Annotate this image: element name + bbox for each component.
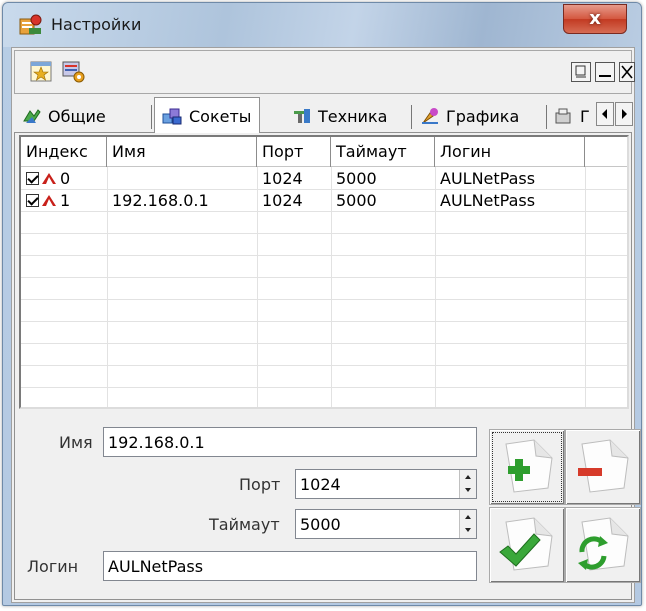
settings-icon[interactable] <box>61 60 87 84</box>
timeout-field[interactable] <box>295 509 477 539</box>
login-field[interactable] <box>103 551 477 581</box>
tab-sockets[interactable]: Сокеты <box>154 97 261 134</box>
tab-label: Техника <box>318 106 388 126</box>
table-cell-login[interactable]: AULNetPass <box>435 190 585 212</box>
table-cell-timeout[interactable]: 5000 <box>331 168 435 190</box>
tab-scroll-right[interactable] <box>615 102 633 126</box>
grid-line <box>21 233 627 234</box>
client-area: Общие Сокеты Техника Графика Г Индекс Им… <box>11 47 641 603</box>
tab-general[interactable]: Общие <box>16 100 114 132</box>
tab-separator <box>411 105 412 129</box>
grid-line <box>585 167 586 407</box>
tab-machinery[interactable]: Техника <box>286 100 395 132</box>
tab-graphics[interactable]: Графика <box>414 100 527 132</box>
refresh-button[interactable] <box>565 507 641 583</box>
port-label: Порт <box>239 475 281 494</box>
tab-label: Г <box>580 106 590 126</box>
close-icon[interactable] <box>619 62 635 82</box>
port-field[interactable] <box>295 469 477 499</box>
socket-icon <box>42 195 56 206</box>
tab-label: Общие <box>48 106 106 126</box>
chevron-up-icon[interactable] <box>460 470 476 484</box>
general-icon <box>23 109 41 123</box>
delete-button[interactable] <box>565 429 641 505</box>
arrow-left-icon <box>602 109 607 119</box>
chevron-down-icon[interactable] <box>460 484 476 498</box>
toolbar <box>14 50 635 94</box>
grid-line <box>21 277 627 278</box>
more-icon <box>555 108 571 124</box>
column-header-index[interactable]: Индекс <box>21 137 107 167</box>
delete-icon <box>578 439 629 493</box>
grid-line <box>21 321 627 322</box>
chevron-down-icon[interactable] <box>460 524 476 538</box>
row-checkbox[interactable] <box>26 194 39 207</box>
app-icon <box>19 14 42 35</box>
name-label: Имя <box>59 433 93 452</box>
table-cell-login[interactable]: AULNetPass <box>435 168 585 190</box>
grid-header: Индекс Имя Порт Таймаут Логин <box>21 137 627 167</box>
minimize-icon[interactable] <box>595 62 615 82</box>
grid-line <box>21 365 627 366</box>
column-header-login[interactable]: Логин <box>435 137 585 167</box>
name-field[interactable] <box>103 427 477 457</box>
timeout-label: Таймаут <box>209 515 280 534</box>
column-header-port[interactable]: Порт <box>257 137 331 167</box>
sockets-grid[interactable]: Индекс Имя Порт Таймаут Логин 0 1024 500… <box>19 135 629 409</box>
column-header-name[interactable]: Имя <box>107 137 257 167</box>
apply-button[interactable] <box>489 507 565 583</box>
add-button[interactable] <box>489 429 565 505</box>
settings-window: Настройки x Общие Сокеты Техника Графика… <box>2 2 642 606</box>
table-cell-name[interactable]: 192.168.0.1 <box>107 190 257 212</box>
tab-label: Сокеты <box>189 106 252 126</box>
sockets-panel: Индекс Имя Порт Таймаут Логин 0 1024 500… <box>14 133 641 600</box>
tab-more[interactable]: Г <box>548 100 590 132</box>
table-cell-name[interactable] <box>107 168 257 190</box>
graphics-icon <box>422 108 438 124</box>
grid-line <box>21 387 627 388</box>
checkmark-icon <box>499 517 553 571</box>
tab-separator <box>151 105 152 129</box>
tab-label: Графика <box>446 106 520 126</box>
title-bar[interactable]: Настройки x <box>3 3 641 47</box>
socket-icon <box>42 173 56 184</box>
table-cell-port[interactable]: 1024 <box>257 190 331 212</box>
machinery-icon <box>294 109 310 123</box>
timeout-stepper[interactable] <box>459 510 476 538</box>
tab-strip: Общие Сокеты Техника Графика Г <box>14 97 633 134</box>
table-cell-port[interactable]: 1024 <box>257 168 331 190</box>
window-close-button[interactable]: x <box>563 4 627 34</box>
port-stepper[interactable] <box>459 470 476 498</box>
grid-line <box>21 255 627 256</box>
arrow-right-icon <box>622 109 627 119</box>
tab-separator <box>546 105 547 129</box>
row-checkbox[interactable] <box>26 172 39 185</box>
tab-scroll-left[interactable] <box>596 102 614 126</box>
sockets-icon <box>162 108 182 125</box>
table-row-index[interactable]: 1 <box>21 190 107 212</box>
add-icon <box>505 439 553 493</box>
tile-icon[interactable] <box>571 62 591 82</box>
star-icon[interactable] <box>29 60 55 84</box>
login-label: Логин <box>27 557 79 576</box>
window-title: Настройки <box>51 15 142 34</box>
chevron-up-icon[interactable] <box>460 510 476 524</box>
column-header-timeout[interactable]: Таймаут <box>331 137 435 167</box>
table-row-index[interactable]: 0 <box>21 168 107 190</box>
table-cell-timeout[interactable]: 5000 <box>331 190 435 212</box>
grid-line <box>21 299 627 300</box>
grid-line <box>21 343 627 344</box>
refresh-icon <box>578 517 629 571</box>
